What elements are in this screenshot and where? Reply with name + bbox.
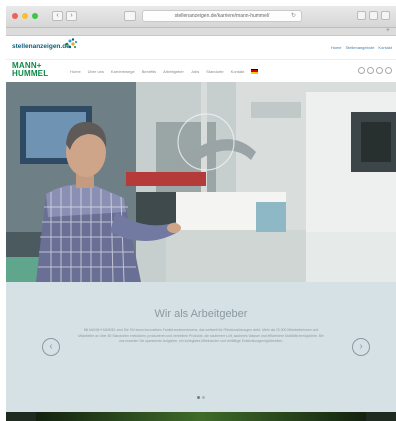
zoom-window-button[interactable] xyxy=(32,13,38,19)
carousel-next-button[interactable]: › xyxy=(352,338,370,356)
linkedin-icon[interactable] xyxy=(376,67,383,74)
brand-logo[interactable]: MANN+ HUMMEL xyxy=(12,62,48,78)
browser-action-icons xyxy=(357,11,390,20)
carousel-dot[interactable] xyxy=(202,396,205,399)
facebook-icon[interactable] xyxy=(358,67,365,74)
minimize-window-button[interactable] xyxy=(22,13,28,19)
browser-toolbar: ‹ › stellenanzeigen.de/karriere/mann-hum… xyxy=(6,6,396,28)
nav-item-home[interactable]: Home xyxy=(70,69,81,74)
section-description: Mit MANN+HUMMEL sind Sie Teil eines inno… xyxy=(78,328,324,343)
sidebar-toggle-icon[interactable] xyxy=(124,11,136,21)
youtube-icon[interactable] xyxy=(385,67,392,74)
back-icon[interactable]: ‹ xyxy=(52,11,63,21)
top-links: Home Stellenangebote Kontakt xyxy=(331,45,392,50)
tabs-overview-icon[interactable] xyxy=(369,11,378,20)
hero-photo-illustration xyxy=(6,82,396,282)
top-link-home[interactable]: Home xyxy=(331,45,342,50)
flag-stripe-gold xyxy=(251,71,259,74)
top-link-contact[interactable]: Kontakt xyxy=(378,45,392,50)
tab-strip: + xyxy=(6,27,396,36)
social-links xyxy=(358,67,392,74)
window-controls xyxy=(12,13,38,19)
nav-item-jobs[interactable]: Jobs xyxy=(191,69,199,74)
xing-icon[interactable] xyxy=(367,67,374,74)
add-tab-icon[interactable]: + xyxy=(386,27,390,34)
section-title: Wir als Arbeitgeber xyxy=(154,308,248,320)
employer-section: ‹ Wir als Arbeitgeber Mit MANN+HUMMEL si… xyxy=(6,282,396,412)
address-bar[interactable]: stellenanzeigen.de/karriere/mann-hummel/ xyxy=(142,10,302,22)
nav-item-career-paths[interactable]: Karrierewege xyxy=(111,69,135,74)
hero-image xyxy=(6,82,396,282)
forward-icon[interactable]: › xyxy=(66,11,77,21)
new-tab-icon[interactable] xyxy=(381,11,390,20)
reload-icon[interactable]: ↻ xyxy=(291,12,296,19)
german-flag-icon[interactable] xyxy=(251,68,259,74)
next-section-image xyxy=(6,412,396,421)
nav-item-employer[interactable]: Arbeitgeber xyxy=(163,69,184,74)
nav-item-contact[interactable]: Kontakt xyxy=(231,69,245,74)
logo-dots-icon xyxy=(65,38,78,49)
carousel-prev-button[interactable]: ‹ xyxy=(42,338,60,356)
carousel-pagination xyxy=(6,396,396,399)
brand-name-line2: HUMMEL xyxy=(12,69,49,78)
main-nav: Home Über uns Karrierewege Benefits Arbe… xyxy=(70,68,259,74)
nav-item-locations[interactable]: Standorte xyxy=(206,69,223,74)
nav-item-benefits[interactable]: Benefits xyxy=(142,69,156,74)
brand-navbar: MANN+ HUMMEL Home Über uns Karrierewege … xyxy=(6,60,396,82)
close-window-button[interactable] xyxy=(12,13,18,19)
carousel-dot[interactable] xyxy=(197,396,200,399)
site-header: stellenanzeigen.de Home Stellenangebote … xyxy=(6,36,396,60)
next-section-image-highlight xyxy=(36,412,366,421)
nav-item-about[interactable]: Über uns xyxy=(88,69,104,74)
top-link-jobs[interactable]: Stellenangebote xyxy=(346,45,375,50)
share-icon[interactable] xyxy=(357,11,366,20)
history-buttons: ‹ › xyxy=(52,11,77,21)
site-logo[interactable]: stellenanzeigen.de xyxy=(12,43,70,50)
